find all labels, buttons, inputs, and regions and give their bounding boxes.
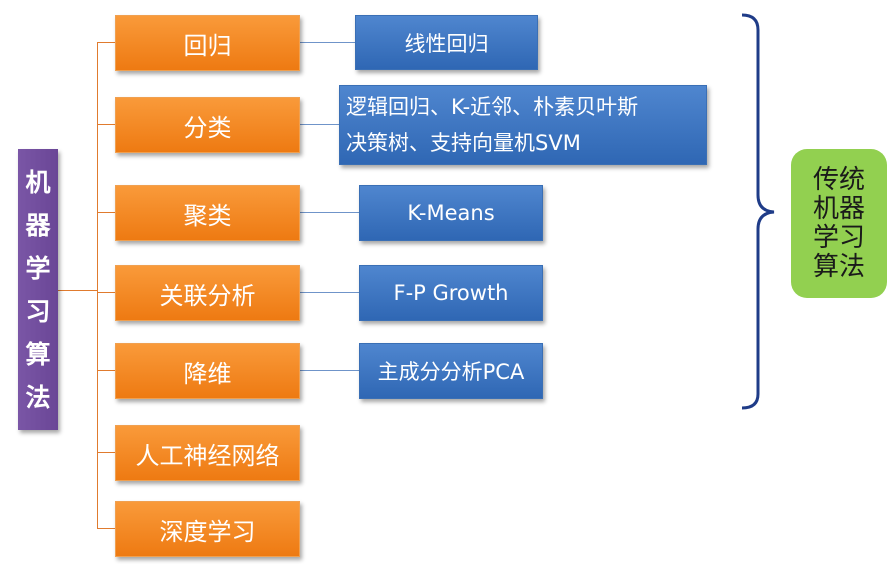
- traditional-ml-label: 传统 机器 学习 算法: [791, 149, 887, 298]
- traditional-line: 传统: [812, 164, 865, 195]
- traditional-line: 机器: [812, 193, 865, 224]
- traditional-line: 学习: [812, 222, 865, 253]
- traditional-line: 算法: [812, 251, 865, 282]
- right-brace-icon: [741, 13, 775, 410]
